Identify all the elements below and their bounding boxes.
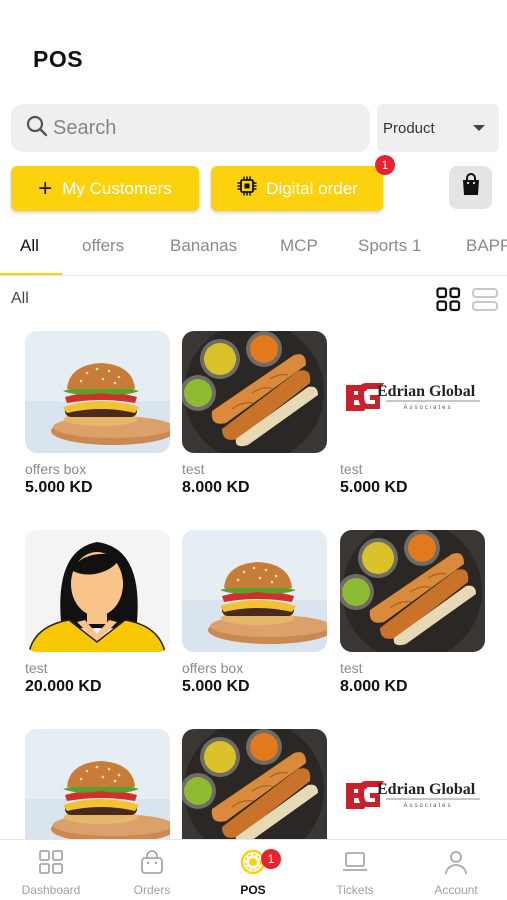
pos-badge: 1 [261, 849, 281, 869]
product-image: Edrian Global Associates [340, 331, 485, 453]
svg-text:Edrian Global: Edrian Global [377, 781, 476, 798]
svg-text:Associates: Associates [403, 803, 452, 809]
pos-icon [208, 848, 298, 876]
category-tabs: All offers Bananas MCP Sports 1 BAPP [0, 226, 507, 276]
product-name: offers box [182, 660, 244, 676]
page-title: POS [33, 46, 84, 72]
product-name: test [340, 660, 363, 676]
product-name: test [182, 461, 205, 477]
nav-orders-label: Orders [133, 883, 171, 897]
product-price: 8.000 KD [340, 678, 408, 695]
product-image [25, 729, 170, 851]
svg-text:Associates: Associates [403, 405, 452, 411]
tab-all[interactable]: All [20, 236, 39, 256]
section-label: All [11, 290, 29, 307]
tab-sports-1[interactable]: Sports 1 [358, 236, 421, 256]
nav-tickets-label: Tickets [336, 883, 374, 897]
bottom-navigation: Dashboard Orders POS Tickets Account [0, 839, 507, 900]
search-input[interactable] [53, 116, 353, 140]
product-name: offers box [25, 461, 87, 477]
nav-dashboard[interactable]: Dashboard [6, 848, 96, 897]
product-card[interactable]: test 20.000 KD [25, 530, 170, 696]
grid-view-icon[interactable] [436, 287, 461, 317]
product-image: Edrian Global Associates [340, 729, 485, 851]
tab-mcp[interactable]: MCP [280, 236, 318, 256]
digital-order-label: Digital order [266, 178, 358, 198]
digital-order-button[interactable]: Digital order [211, 166, 383, 211]
laptop-icon [310, 848, 400, 876]
product-price: 5.000 KD [25, 479, 93, 496]
product-card[interactable]: test 8.000 KD [182, 331, 327, 497]
my-customers-button[interactable]: + My Customers [11, 166, 199, 211]
search-bar[interactable] [11, 104, 370, 152]
nav-orders[interactable]: Orders [107, 848, 197, 897]
tab-offers[interactable]: offers [82, 236, 124, 256]
product-card[interactable]: Edrian Global Associates test 5.000 KD [340, 331, 485, 497]
product-image [25, 331, 170, 453]
product-image [182, 729, 327, 851]
product-card[interactable]: offers box 5.000 KD [25, 331, 170, 497]
svg-text:Edrian Global: Edrian Global [377, 383, 476, 400]
list-view-icon[interactable] [472, 287, 498, 317]
search-icon [25, 114, 49, 143]
grid-icon [6, 848, 96, 876]
tab-bananas[interactable]: Bananas [170, 236, 237, 256]
shopping-bag-icon [460, 173, 482, 202]
nav-dashboard-label: Dashboard [21, 883, 81, 897]
nav-account-label: Account [434, 883, 478, 897]
product-filter-dropdown[interactable]: Product [377, 104, 499, 152]
my-customers-label: My Customers [62, 178, 172, 198]
nav-pos[interactable]: POS [208, 848, 298, 897]
product-image [182, 530, 327, 652]
nav-tickets[interactable]: Tickets [310, 848, 400, 897]
tab-bapp[interactable]: BAPP [466, 236, 507, 256]
active-tab-indicator [0, 273, 62, 275]
person-icon [411, 848, 501, 876]
nav-account[interactable]: Account [411, 848, 501, 897]
bag-icon [107, 848, 197, 876]
chip-icon [236, 175, 266, 202]
product-card[interactable]: test 8.000 KD [340, 530, 485, 696]
product-price: 5.000 KD [340, 479, 408, 496]
product-card[interactable]: offers box 5.000 KD [182, 530, 327, 696]
product-price: 8.000 KD [182, 479, 250, 496]
product-image [340, 530, 485, 652]
product-name: test [340, 461, 363, 477]
nav-pos-label: POS [240, 883, 266, 897]
chevron-down-icon [473, 125, 485, 131]
product-price: 5.000 KD [182, 678, 250, 695]
product-name: test [25, 660, 48, 676]
plus-icon: + [38, 174, 53, 202]
filter-selected-value: Product [383, 119, 435, 137]
product-image [25, 530, 170, 652]
product-price: 20.000 KD [25, 678, 102, 695]
digital-order-badge: 1 [375, 155, 395, 175]
product-image [182, 331, 327, 453]
cart-button[interactable] [449, 166, 492, 209]
